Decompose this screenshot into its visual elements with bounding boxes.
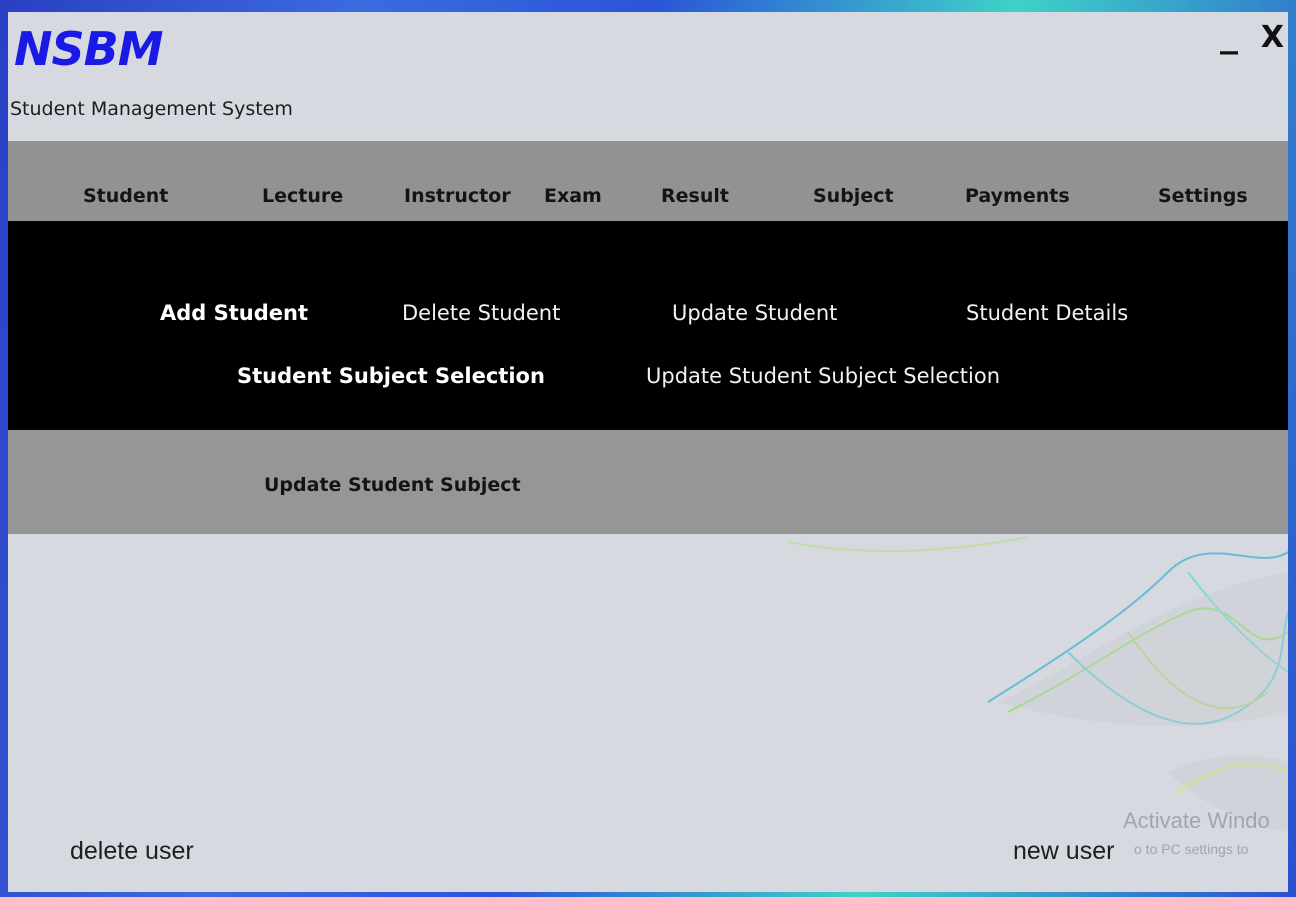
subject-selection-submenu: Update Student Subject: [8, 430, 1288, 534]
update-student-subject-button[interactable]: Update Student Subject: [264, 474, 521, 496]
activation-watermark-title: Activate Windo: [1123, 808, 1270, 833]
menu-lecture[interactable]: Lecture: [262, 185, 343, 207]
student-submenu: Add Student Delete Student Update Studen…: [8, 221, 1288, 430]
delete-student-button[interactable]: Delete Student: [402, 301, 560, 325]
app-subtitle: Student Management System: [10, 98, 293, 120]
menu-result[interactable]: Result: [661, 185, 729, 207]
menu-exam[interactable]: Exam: [544, 185, 602, 207]
activation-watermark-subtitle: o to PC settings to: [1134, 841, 1249, 857]
update-student-button[interactable]: Update Student: [672, 301, 837, 325]
menu-subject[interactable]: Subject: [813, 185, 894, 207]
menu-student[interactable]: Student: [83, 185, 168, 207]
student-details-button[interactable]: Student Details: [966, 301, 1128, 325]
menu-payments[interactable]: Payments: [965, 185, 1070, 207]
close-button[interactable]: X: [1261, 20, 1284, 55]
main-window: NSBM Student Management System _ X Stude…: [8, 12, 1288, 892]
add-student-button[interactable]: Add Student: [160, 301, 308, 325]
delete-user-link[interactable]: delete user: [70, 837, 194, 866]
menu-instructor[interactable]: Instructor: [404, 185, 511, 207]
minimize-button[interactable]: _: [1220, 14, 1238, 55]
new-user-link[interactable]: new user: [1013, 837, 1114, 866]
student-subject-selection-button[interactable]: Student Subject Selection: [237, 364, 545, 388]
app-logo: NSBM: [14, 22, 163, 76]
main-menu-bar: Student Lecture Instructor Exam Result S…: [8, 141, 1288, 221]
menu-settings[interactable]: Settings: [1158, 185, 1248, 207]
update-student-subject-selection-button[interactable]: Update Student Subject Selection: [646, 364, 1000, 388]
